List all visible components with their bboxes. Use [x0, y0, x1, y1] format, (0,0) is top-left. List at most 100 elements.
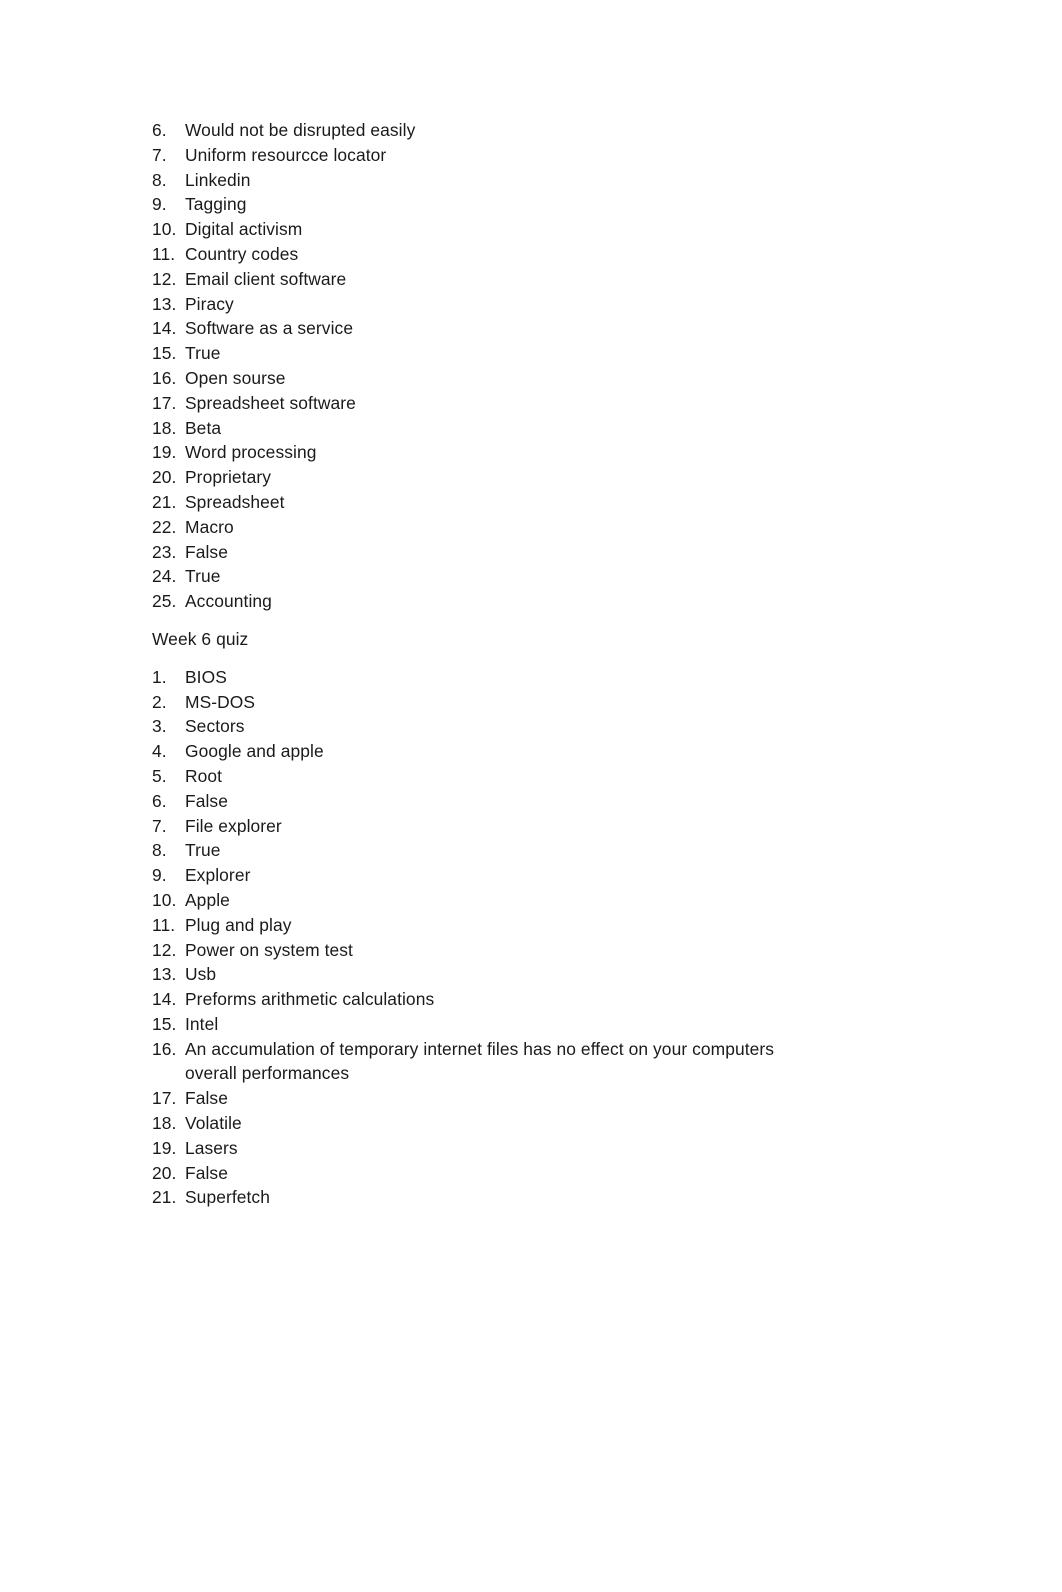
list-item-text: File explorer: [185, 815, 282, 836]
list-item-text: Preforms arithmetic calculations: [185, 989, 435, 1010]
section-heading-week-6-quiz: Week 6 quiz: [152, 628, 249, 649]
list-item: 16. Open sourse: [152, 366, 852, 391]
list-item-text: False: [185, 1162, 228, 1183]
list-item: 16. An accumulation of temporary internet…: [152, 1037, 852, 1087]
list-item: 12. Email client software: [152, 267, 852, 292]
list-item-number: 10.: [152, 219, 177, 240]
list-item: 10. Apple: [152, 888, 852, 913]
list-item-text: Open sourse: [185, 367, 286, 388]
list-item: 1. BIOS: [152, 665, 852, 690]
list-item-number: 8.: [152, 169, 167, 190]
list-item-number: 20.: [152, 1162, 177, 1183]
list-item-number: 9.: [152, 865, 167, 886]
list-item: 17. Spreadsheet software: [152, 391, 852, 416]
list-item: 11. Country codes: [152, 242, 852, 267]
list-item-text: False: [185, 790, 228, 811]
list-item-text: Accounting: [185, 591, 272, 612]
list-item: 21. Superfetch: [152, 1185, 852, 1210]
list-item-number: 2.: [152, 691, 167, 712]
list-item-number: 7.: [152, 144, 167, 165]
list-item-text: Plug and play: [185, 914, 292, 935]
list-item-number: 15.: [152, 343, 177, 364]
list-item: 19. Lasers: [152, 1136, 852, 1161]
list-item: 20. False: [152, 1161, 852, 1186]
list-item-number: 18.: [152, 1113, 177, 1134]
list-item-number: 21.: [152, 1187, 177, 1208]
list-item: 24. True: [152, 564, 852, 589]
answer-list-week-5: 6. Would not be disrupted easily 7. Unifor…: [152, 118, 852, 614]
list-item-text: Proprietary: [185, 467, 272, 488]
list-item-text: Intel: [185, 1013, 219, 1034]
list-item-number: 16.: [152, 367, 177, 388]
list-item: 8. Linkedin: [152, 168, 852, 193]
list-item: 19. Word processing: [152, 440, 852, 465]
list-item: 25. Accounting: [152, 589, 852, 614]
list-item-number: 23.: [152, 541, 177, 562]
list-item-number: 6.: [152, 790, 167, 811]
list-item: 13. Usb: [152, 962, 852, 987]
list-item-text: Superfetch: [185, 1187, 270, 1208]
list-item-number: 13.: [152, 293, 177, 314]
list-item-number: 4.: [152, 741, 167, 762]
list-item-number: 11.: [152, 914, 176, 935]
list-item: 15. Intel: [152, 1012, 852, 1037]
list-item: 20. Proprietary: [152, 465, 852, 490]
list-item-number: 17.: [152, 1088, 177, 1109]
list-item: 13. Piracy: [152, 292, 852, 317]
list-item: 11. Plug and play: [152, 913, 852, 938]
list-item-text: Beta: [185, 417, 222, 438]
list-item-text: Google and apple: [185, 741, 324, 762]
list-item: 7. File explorer: [152, 814, 852, 839]
list-item-text: Spreadsheet: [185, 491, 285, 512]
list-item: 15. True: [152, 341, 852, 366]
document-page: 6. Would not be disrupted easily 7. Unifor…: [0, 0, 1062, 1592]
list-item-number: 25.: [152, 591, 177, 612]
list-item-text: Macro: [185, 516, 234, 537]
list-item-text: Spreadsheet software: [185, 392, 356, 413]
list-item-number: 1.: [152, 666, 167, 687]
list-item-number: 12.: [152, 268, 177, 289]
list-item-text: False: [185, 1088, 228, 1109]
list-item: 12. Power on system test: [152, 938, 852, 963]
list-item: 14. Software as a service: [152, 316, 852, 341]
list-item-text: Power on system test: [185, 939, 353, 960]
list-item-text: Volatile: [185, 1113, 242, 1134]
list-item-number: 22.: [152, 516, 177, 537]
list-item: 2. MS-DOS: [152, 690, 852, 715]
list-item: 8. True: [152, 838, 852, 863]
document-body: 6. Would not be disrupted easily 7. Unifor…: [152, 118, 852, 1210]
list-item-text: Email client software: [185, 268, 347, 289]
list-item-text: False: [185, 541, 228, 562]
list-item: 22. Macro: [152, 515, 852, 540]
list-item-number: 17.: [152, 392, 177, 413]
list-item: 9. Tagging: [152, 192, 852, 217]
list-item: 14. Preforms arithmetic calculations: [152, 987, 852, 1012]
list-item-text: Root: [185, 765, 223, 786]
list-item: 6. False: [152, 789, 852, 814]
list-item-text: Apple: [185, 889, 230, 910]
list-item-text: Country codes: [185, 243, 299, 264]
list-item-number: 8.: [152, 840, 167, 861]
list-item: 5. Root: [152, 764, 852, 789]
list-item-number: 15.: [152, 1013, 177, 1034]
list-item-number: 13.: [152, 964, 177, 985]
list-item-text: Sectors: [185, 716, 245, 737]
list-item-text: Usb: [185, 964, 217, 985]
list-item-text: BIOS: [185, 666, 227, 687]
list-item-text: An accumulation of temporary internet fi…: [185, 1038, 775, 1084]
list-item-number: 6.: [152, 120, 167, 140]
list-item-number: 14.: [152, 989, 177, 1010]
list-item-text: Piracy: [185, 293, 234, 314]
list-item-number: 12.: [152, 939, 177, 960]
list-item-text: Uniform resourcce locator: [185, 144, 387, 165]
list-item-number: 18.: [152, 417, 177, 438]
list-item-text: Would not be disrupted easily: [185, 120, 416, 140]
list-item-number: 10.: [152, 889, 177, 910]
list-item-text: True: [185, 566, 221, 587]
list-item-text: Lasers: [185, 1137, 238, 1158]
list-item: 10. Digital activism: [152, 217, 852, 242]
list-item-number: 9.: [152, 194, 167, 215]
list-item: 17. False: [152, 1086, 852, 1111]
